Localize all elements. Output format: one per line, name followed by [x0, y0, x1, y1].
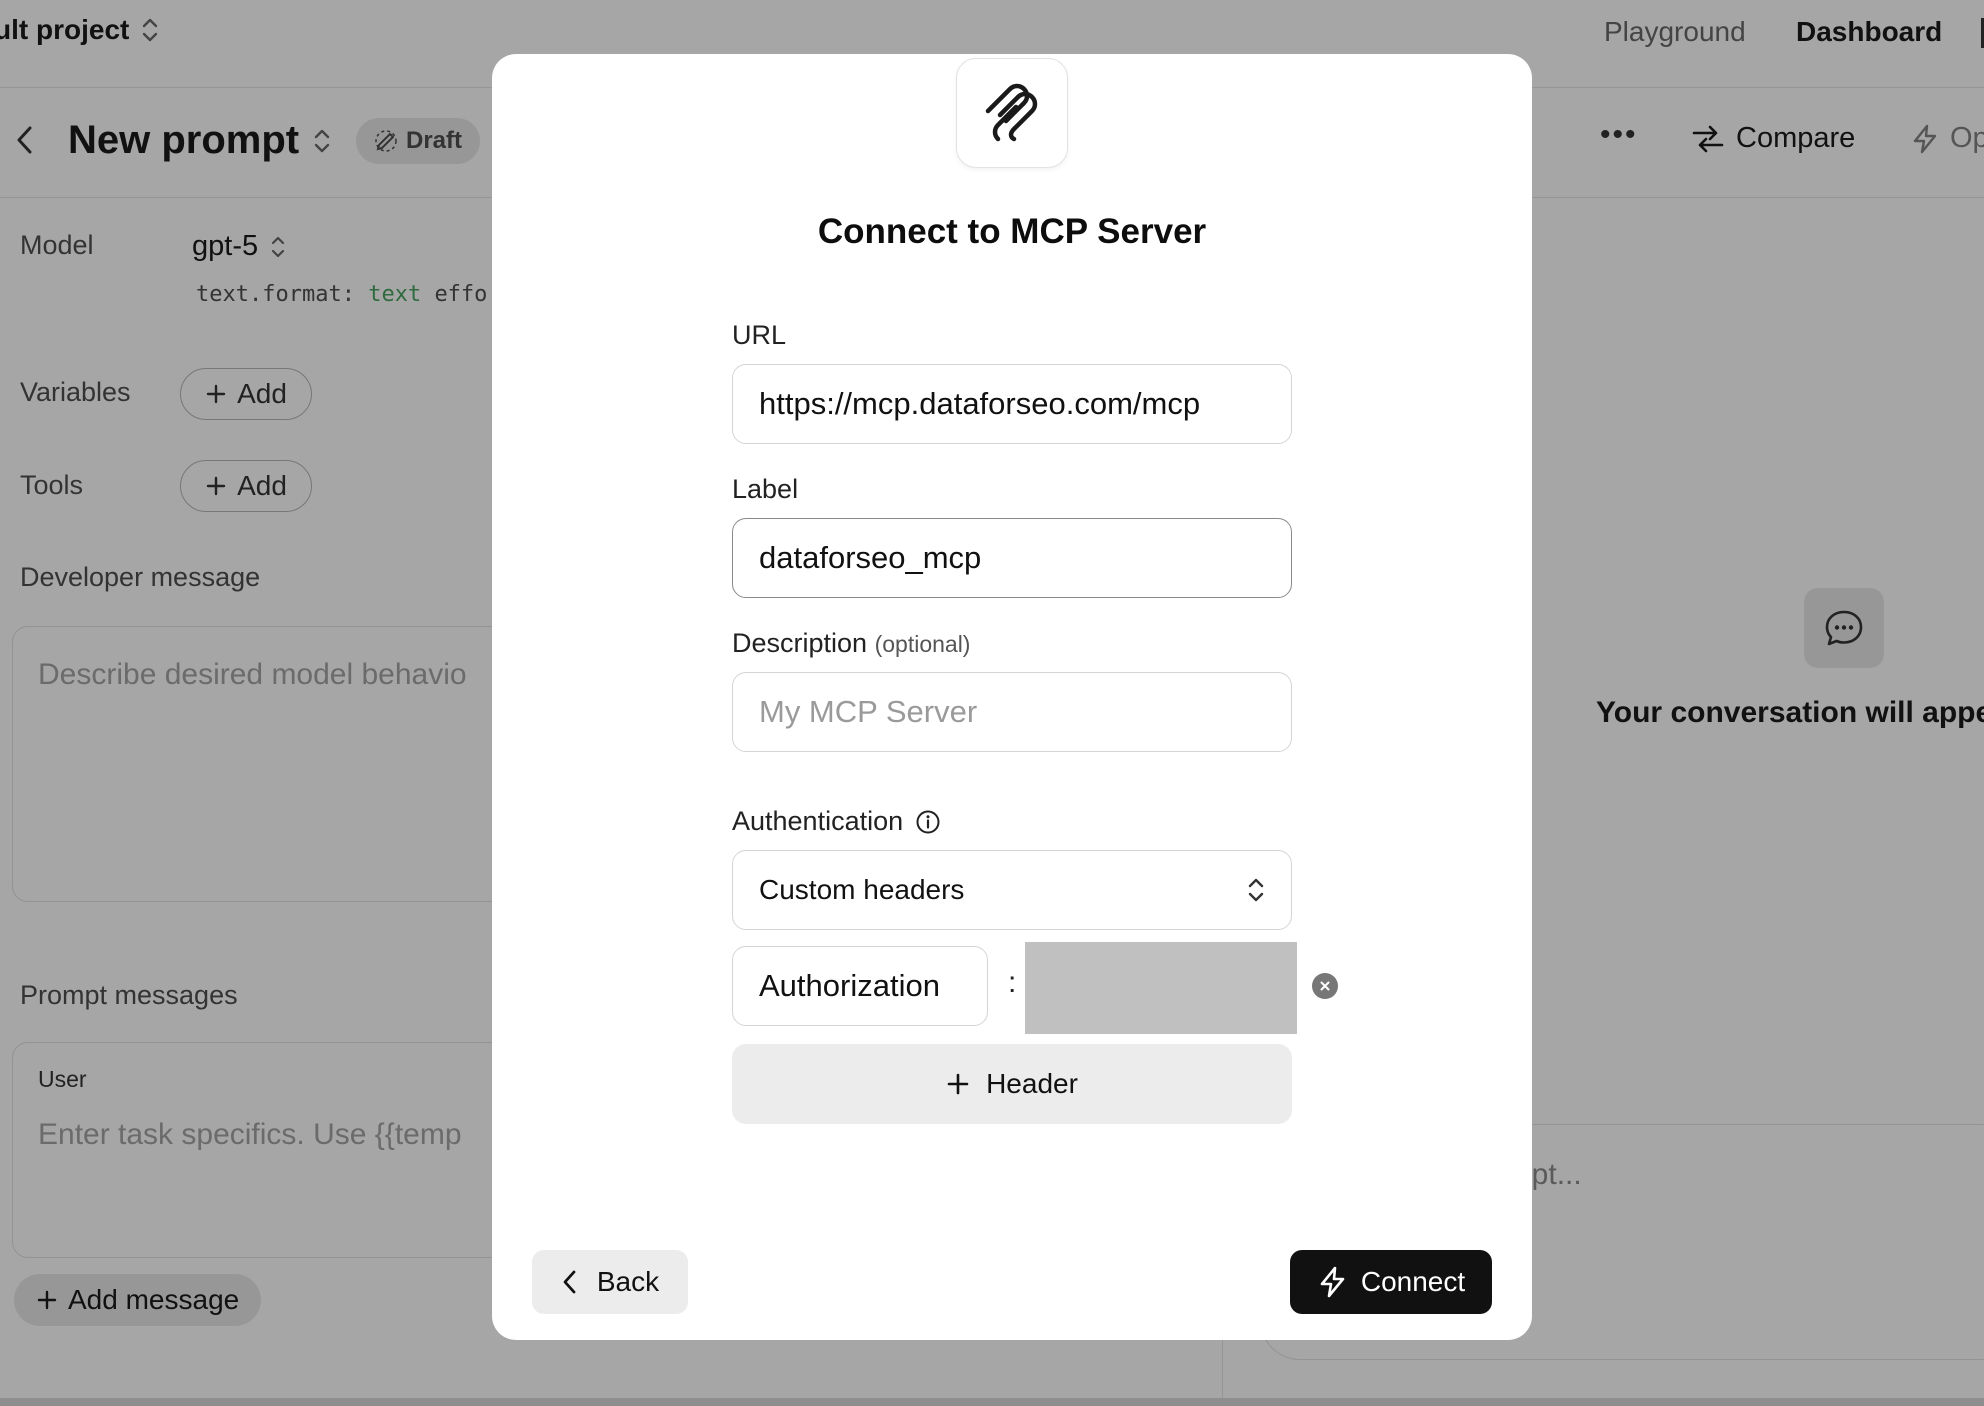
back-button[interactable]: Back — [532, 1250, 688, 1314]
plus-icon — [947, 1073, 969, 1095]
status-badge-label: Draft — [406, 127, 463, 154]
connect-label: Connect — [1360, 1266, 1466, 1297]
plus-icon — [206, 476, 226, 496]
optimize-label: Op — [1950, 122, 1984, 154]
more-options-icon[interactable]: ••• — [1600, 118, 1638, 152]
url-input[interactable] — [732, 364, 1292, 444]
lightning-icon — [1913, 124, 1937, 153]
description-input[interactable] — [732, 672, 1292, 752]
model-meta-more: effo — [434, 282, 488, 307]
chat-bubble-icon — [1804, 588, 1884, 668]
chevron-up-down-icon — [272, 236, 285, 257]
description-label: Description (optional) — [732, 628, 970, 659]
model-config-summary[interactable]: text.format: text effo — [196, 282, 487, 307]
authentication-selected: Custom headers — [759, 874, 965, 905]
header-key-value: Authorization — [759, 968, 940, 1003]
add-message-button[interactable]: Add message — [14, 1274, 262, 1326]
add-header-button[interactable]: Header — [732, 1044, 1292, 1124]
model-meta-key: text.format: — [196, 282, 355, 307]
bottom-strip — [0, 1398, 1984, 1406]
label-field-label: Label — [732, 474, 799, 504]
user-message-placeholder: Enter task specifics. Use {{temp — [38, 1118, 462, 1151]
back-chevron-icon[interactable] — [14, 124, 36, 165]
optional-hint: (optional) — [874, 631, 971, 657]
model-value: gpt-5 — [192, 230, 259, 262]
authentication-select[interactable]: Custom headers — [732, 850, 1292, 930]
model-meta-value: text — [368, 282, 422, 307]
prompt-title-text: New prompt — [68, 118, 300, 162]
status-badge: Draft — [356, 118, 481, 164]
url-label: URL — [732, 320, 787, 350]
chevron-left-icon — [563, 1270, 576, 1294]
add-tool-label: Add — [237, 470, 287, 501]
dialog-title: Connect to MCP Server — [817, 212, 1207, 251]
add-variable-label: Add — [237, 378, 287, 409]
compare-label: Compare — [1736, 122, 1856, 154]
tools-label: Tools — [20, 470, 84, 500]
description-label-text: Description — [732, 628, 868, 658]
conversation-empty-state: Your conversation will appe — [1596, 696, 1984, 729]
variables-label: Variables — [20, 377, 131, 407]
back-label: Back — [596, 1266, 660, 1297]
add-message-label: Add message — [68, 1284, 240, 1315]
header-separator: : — [1008, 966, 1017, 999]
chevron-up-down-icon — [1248, 878, 1264, 902]
user-role-label: User — [38, 1066, 87, 1092]
chevron-up-down-icon — [143, 18, 158, 42]
prompt-title[interactable]: New prompt — [68, 118, 331, 163]
authentication-label: Authentication — [732, 806, 904, 836]
plus-icon — [206, 384, 226, 404]
model-label: Model — [20, 230, 94, 260]
project-switcher[interactable]: ult project — [0, 14, 159, 46]
info-icon[interactable] — [915, 809, 941, 835]
label-input[interactable] — [732, 518, 1292, 598]
nav-dashboard[interactable]: Dashboard — [1796, 16, 1942, 48]
developer-message-placeholder: Describe desired model behavio — [38, 658, 467, 691]
prompt-messages-label: Prompt messages — [20, 980, 238, 1010]
header-key-input[interactable]: Authorization — [732, 946, 988, 1026]
chevron-up-down-icon — [314, 129, 330, 152]
connect-button[interactable]: Connect — [1290, 1250, 1492, 1314]
compare-arrows-icon — [1692, 125, 1724, 152]
project-name: ult project — [0, 14, 130, 45]
authentication-label-row: Authentication — [732, 806, 941, 837]
add-tool-button[interactable]: Add — [180, 460, 312, 512]
mcp-logo-icon — [956, 58, 1068, 168]
model-selector[interactable]: gpt-5 — [192, 230, 286, 263]
remove-header-icon[interactable] — [1312, 973, 1338, 999]
compare-button[interactable]: Compare — [1690, 122, 1855, 155]
header-value-redacted[interactable] — [1025, 942, 1297, 1034]
lightning-icon — [1320, 1266, 1345, 1298]
plus-icon — [37, 1290, 57, 1310]
connect-mcp-dialog: Connect to MCP Server URL Label Descript… — [492, 54, 1532, 1340]
optimize-button[interactable]: Op — [1910, 122, 1984, 155]
add-header-label: Header — [986, 1068, 1078, 1099]
add-variable-button[interactable]: Add — [180, 368, 312, 420]
developer-message-label: Developer message — [20, 562, 261, 592]
nav-playground[interactable]: Playground — [1604, 16, 1746, 48]
draft-pencil-icon — [375, 130, 397, 152]
